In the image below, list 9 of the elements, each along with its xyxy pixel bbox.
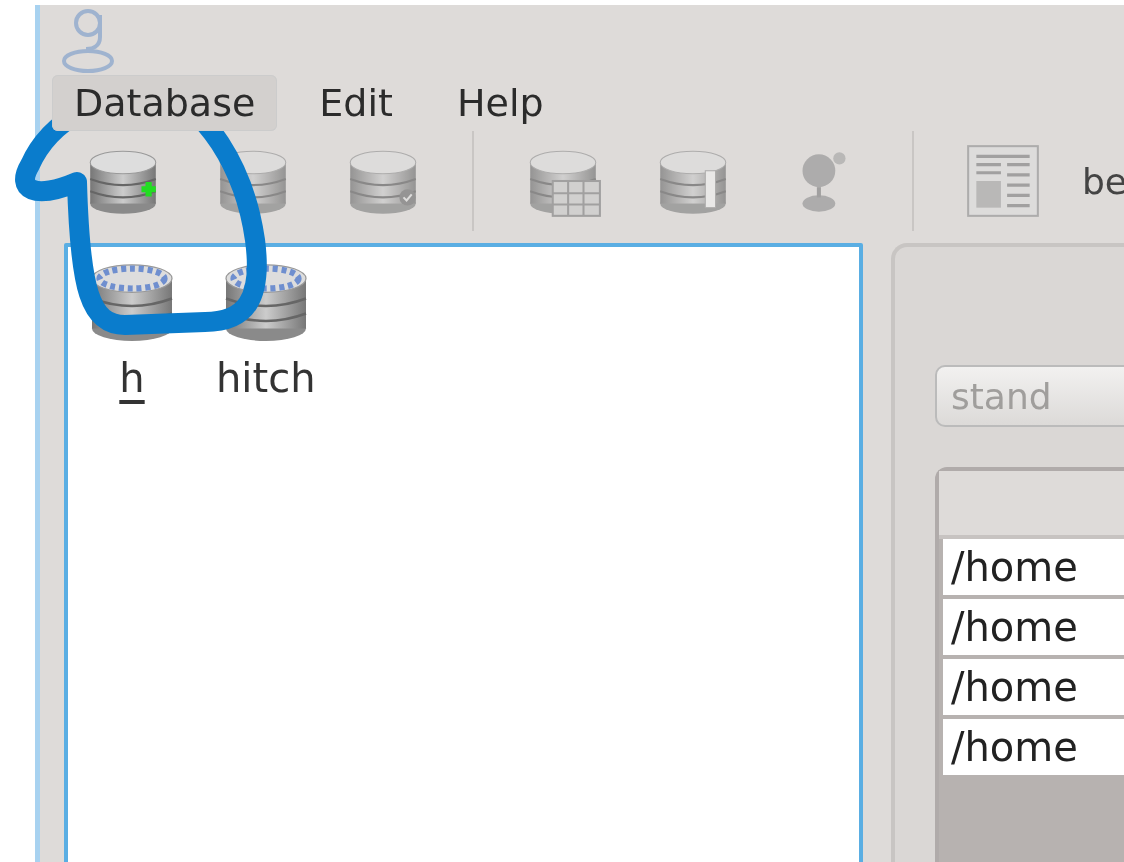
database-name: h	[118, 354, 146, 401]
menu-item[interactable]: Database	[52, 75, 278, 131]
table-cell: /home	[943, 719, 1124, 775]
table-cell: /home	[943, 659, 1124, 715]
menu-item[interactable]: Help	[434, 75, 566, 131]
menu-item[interactable]: Edit	[297, 75, 415, 131]
table-cell: /home	[943, 539, 1124, 595]
database-name: hitch	[215, 354, 317, 401]
table-cell: /home	[943, 599, 1124, 655]
